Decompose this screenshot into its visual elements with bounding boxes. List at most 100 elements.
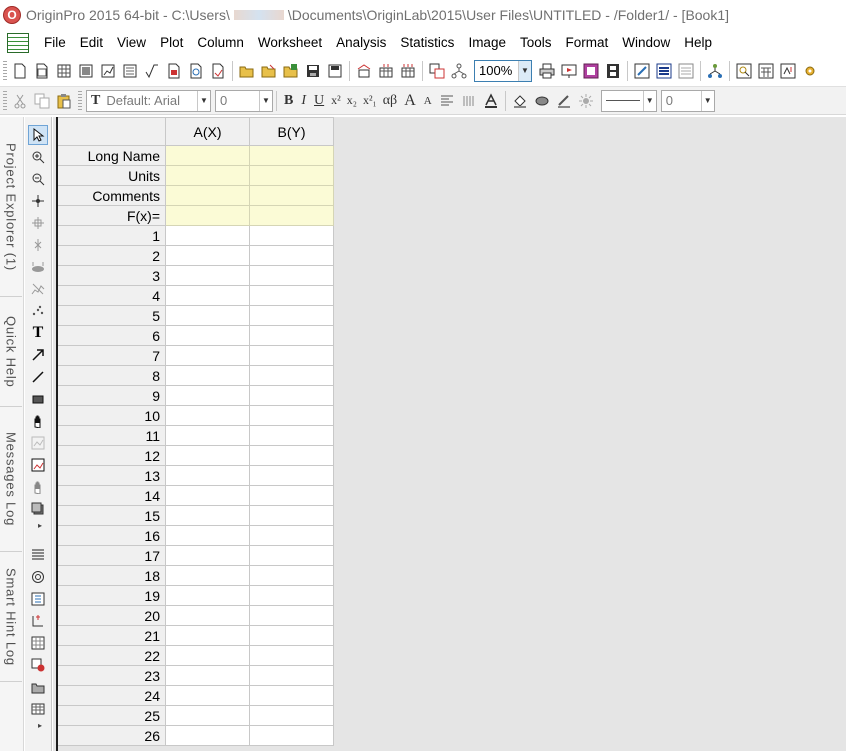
data-cell-a[interactable] — [165, 225, 250, 246]
print-icon[interactable] — [538, 62, 556, 80]
project-tree-icon[interactable] — [450, 62, 468, 80]
row-number[interactable]: 12 — [56, 445, 166, 466]
data-cell-b[interactable] — [249, 245, 334, 266]
row-number[interactable]: 18 — [56, 565, 166, 586]
find-icon[interactable] — [735, 62, 753, 80]
row-number[interactable]: 26 — [56, 725, 166, 746]
command-window-icon[interactable] — [677, 62, 695, 80]
row-number[interactable]: 7 — [56, 345, 166, 366]
align-icon[interactable] — [438, 92, 456, 110]
annotation-tool-icon[interactable] — [28, 235, 48, 255]
data-cell-b[interactable] — [249, 365, 334, 386]
menu-edit[interactable]: Edit — [74, 32, 111, 54]
data-cell-b[interactable] — [249, 685, 334, 706]
data-cell-b[interactable] — [249, 585, 334, 606]
line-style-select[interactable]: ▼ — [600, 89, 657, 112]
new-matrix-icon[interactable] — [77, 62, 95, 80]
new-excel-icon[interactable] — [55, 62, 73, 80]
row-number[interactable]: 15 — [56, 505, 166, 526]
data-cell-a[interactable] — [165, 525, 250, 546]
fx-cell-a[interactable] — [165, 205, 250, 226]
data-cell-b[interactable] — [249, 465, 334, 486]
tab-messages-log[interactable]: Messages Log — [0, 407, 22, 552]
data-cell-b[interactable] — [249, 545, 334, 566]
row-number[interactable]: 6 — [56, 325, 166, 346]
row-label-units[interactable]: Units — [56, 165, 166, 186]
menu-statistics[interactable]: Statistics — [394, 32, 462, 54]
data-cell-b[interactable] — [249, 565, 334, 586]
row-number[interactable]: 13 — [56, 465, 166, 486]
data-cell-b[interactable] — [249, 225, 334, 246]
data-cell-b[interactable] — [249, 605, 334, 626]
menu-view[interactable]: View — [111, 32, 154, 54]
superscript-button[interactable]: x² — [331, 93, 341, 108]
data-cell-a[interactable] — [165, 645, 250, 666]
target-circle-icon[interactable] — [28, 567, 48, 587]
calculator-icon[interactable] — [757, 62, 775, 80]
data-selector-tool-icon[interactable] — [28, 257, 48, 277]
data-cell-b[interactable] — [249, 625, 334, 646]
new-graph-icon[interactable] — [99, 62, 117, 80]
script-window-icon[interactable] — [779, 62, 797, 80]
column-header-a[interactable]: A(X) — [165, 117, 250, 146]
zoom-select[interactable]: 100% ▼ — [474, 59, 532, 82]
data-cell-a[interactable] — [165, 585, 250, 606]
font-select[interactable]: T Default: Arial ▼ — [86, 89, 211, 112]
import-multiple-ascii-icon[interactable] — [399, 62, 417, 80]
region-of-interest-tool-icon[interactable] — [28, 433, 48, 453]
row-number[interactable]: 1 — [56, 225, 166, 246]
comments-cell-a[interactable] — [165, 185, 250, 206]
properties-list-icon[interactable] — [28, 545, 48, 565]
column-statistics-icon[interactable] — [28, 633, 48, 653]
remove-data-icon[interactable] — [28, 655, 48, 675]
save-template-icon[interactable] — [326, 62, 344, 80]
row-number[interactable]: 5 — [56, 305, 166, 326]
corner-cell[interactable] — [56, 117, 166, 146]
long-name-cell-b[interactable] — [249, 145, 334, 166]
data-cell-a[interactable] — [165, 265, 250, 286]
row-number[interactable]: 14 — [56, 485, 166, 506]
open-folder-icon[interactable] — [238, 62, 256, 80]
data-cell-b[interactable] — [249, 325, 334, 346]
data-cell-b[interactable] — [249, 405, 334, 426]
data-cell-b[interactable] — [249, 525, 334, 546]
project-explorer-icon[interactable] — [706, 62, 724, 80]
menu-tools[interactable]: Tools — [514, 32, 560, 54]
tab-smart-hint-log[interactable]: Smart Hint Log — [0, 552, 22, 682]
data-cell-a[interactable] — [165, 565, 250, 586]
long-name-cell-a[interactable] — [165, 145, 250, 166]
open-template-icon[interactable] — [260, 62, 278, 80]
data-cell-a[interactable] — [165, 625, 250, 646]
menu-plot[interactable]: Plot — [154, 32, 191, 54]
new-script-icon[interactable] — [209, 62, 227, 80]
pointer-tool-icon[interactable] — [28, 125, 48, 145]
data-cell-b[interactable] — [249, 345, 334, 366]
row-number[interactable]: 8 — [56, 365, 166, 386]
row-number[interactable]: 22 — [56, 645, 166, 666]
zoom-out-tool-icon[interactable] — [28, 169, 48, 189]
line-width-select[interactable]: 0 ▼ — [660, 89, 715, 112]
data-cell-b[interactable] — [249, 265, 334, 286]
toolbar-grip[interactable] — [78, 90, 82, 111]
chevron-down-icon[interactable]: ▼ — [518, 60, 531, 81]
text-tool-icon[interactable]: T — [28, 323, 48, 343]
toolbar-grip[interactable] — [3, 60, 7, 81]
film-icon[interactable] — [604, 62, 622, 80]
data-cell-a[interactable] — [165, 305, 250, 326]
italic-button[interactable]: I — [301, 93, 306, 109]
row-number[interactable]: 25 — [56, 705, 166, 726]
font-size-select[interactable]: 0 ▼ — [215, 89, 273, 112]
row-number[interactable]: 9 — [56, 385, 166, 406]
worksheet-window-icon[interactable] — [7, 32, 29, 53]
fx-cell-b[interactable] — [249, 205, 334, 226]
data-cell-a[interactable] — [165, 345, 250, 366]
menu-help[interactable]: Help — [678, 32, 720, 54]
line-tool-icon[interactable] — [28, 367, 48, 387]
decrease-font-button[interactable]: A — [424, 95, 432, 107]
row-number[interactable]: 16 — [56, 525, 166, 546]
data-cell-a[interactable] — [165, 405, 250, 426]
toolbar-grip[interactable] — [3, 90, 7, 111]
data-cell-a[interactable] — [165, 445, 250, 466]
greek-button[interactable]: αβ — [383, 93, 397, 109]
data-cell-b[interactable] — [249, 705, 334, 726]
